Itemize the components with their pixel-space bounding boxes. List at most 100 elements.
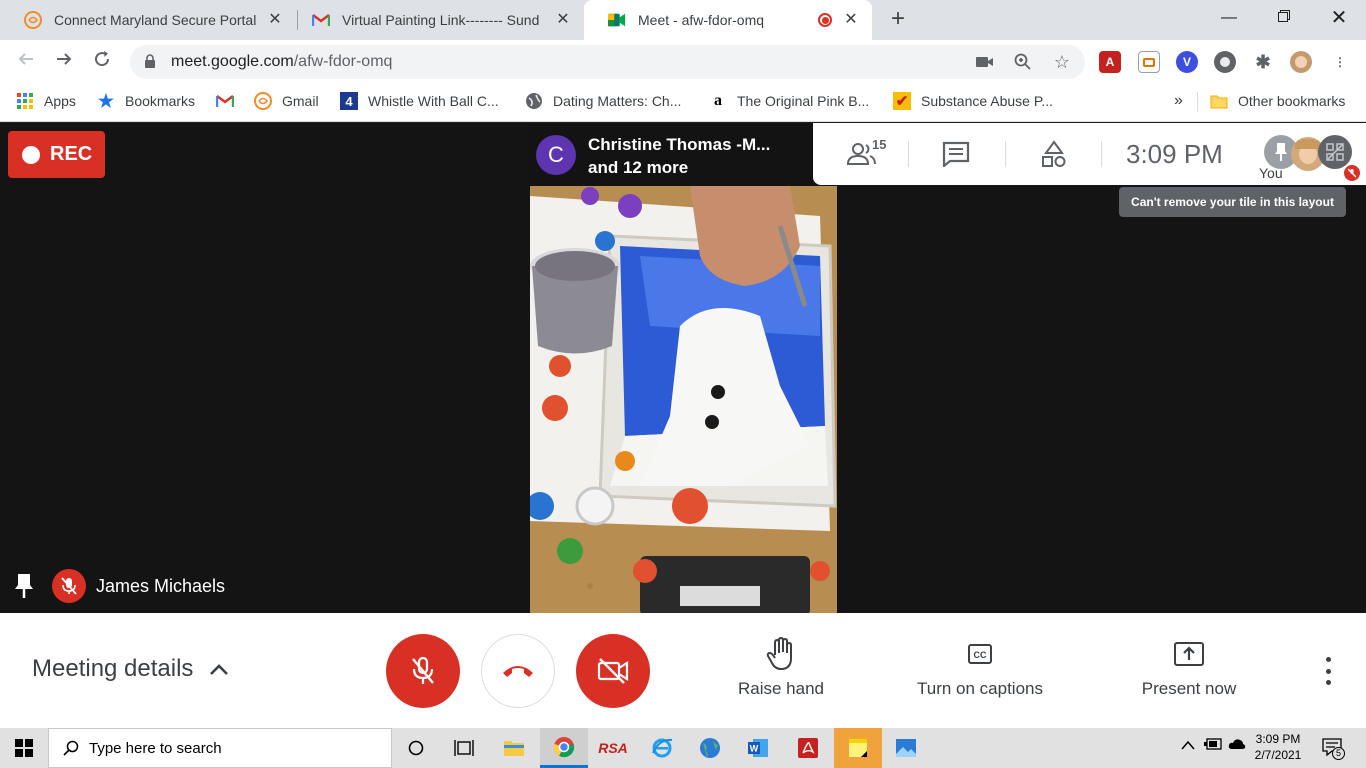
bookmark-bookmarks[interactable]: ★ Bookmarks	[97, 84, 195, 118]
captions-button[interactable]: CC Turn on captions	[911, 637, 1049, 707]
apps-grid-icon	[16, 92, 34, 110]
new-tab-button[interactable]: +	[886, 7, 910, 32]
tab-connect-maryland[interactable]: Connect Maryland Secure Portal ✕	[0, 0, 296, 40]
painting-video-frame	[530, 186, 837, 613]
url-text: meet.google.com/afw-fdor-omq	[171, 53, 392, 71]
activities-button[interactable]	[1037, 137, 1071, 171]
bookmark-label: The Original Pink B...	[737, 93, 870, 109]
bookmark-label: Other bookmarks	[1238, 93, 1346, 109]
bookmark-other[interactable]: Other bookmarks	[1210, 84, 1345, 118]
meeting-details-button[interactable]: Meeting details	[32, 655, 229, 683]
adobe-acrobat-extension-icon[interactable]: A	[1099, 51, 1121, 73]
word-icon[interactable]: W	[734, 728, 782, 768]
tab-close-icon[interactable]: ✕	[266, 11, 284, 29]
bookmarks-overflow-button[interactable]: »	[1174, 84, 1183, 118]
infobar-divider	[1101, 141, 1102, 167]
self-tile[interactable]: You	[1258, 131, 1366, 185]
bookmarks-bar: Apps ★ Bookmarks Gmail 4 Whistle With Ba…	[0, 84, 1366, 122]
presenter-avatar: C	[536, 135, 576, 175]
close-window-button[interactable]: ✕	[1316, 4, 1362, 32]
address-bar[interactable]: meet.google.com/afw-fdor-omq ☆	[130, 45, 1085, 79]
tooltip: Can't remove your tile in this layout	[1119, 187, 1346, 217]
system-date: 2/7/2021	[1254, 748, 1302, 762]
bookmark-star-icon[interactable]: ☆	[1052, 52, 1072, 72]
amazon-icon: a	[714, 92, 722, 109]
bookmark-dating-matters[interactable]: Dating Matters: Ch...	[525, 84, 681, 118]
battery-icon[interactable]	[1204, 738, 1222, 753]
meet-stage: REC C Christine Thomas -M... and 12 more…	[0, 123, 1366, 613]
bookmark-label: Gmail	[282, 93, 319, 109]
photos-icon[interactable]	[882, 728, 930, 768]
reload-button[interactable]	[90, 50, 114, 74]
bookmark-apps[interactable]: Apps	[16, 84, 76, 118]
globe-icon	[525, 92, 543, 110]
acrobat-taskbar-icon[interactable]	[784, 728, 832, 768]
zoom-icon[interactable]	[1013, 52, 1033, 72]
forward-button[interactable]	[52, 50, 76, 74]
bookmark-pink-b[interactable]: a The Original Pink B...	[709, 84, 869, 118]
circle-extension-icon[interactable]	[1214, 51, 1236, 73]
tab-close-icon[interactable]: ✕	[842, 11, 860, 29]
minimize-button[interactable]: —	[1206, 4, 1252, 32]
microphone-toggle-button[interactable]	[386, 634, 460, 708]
bookmark-gmail[interactable]: Gmail	[254, 84, 319, 118]
lock-icon[interactable]	[144, 54, 156, 74]
leave-call-button[interactable]	[481, 634, 555, 708]
chrome-menu-icon[interactable]: ⋮	[1329, 51, 1351, 73]
raise-hand-button[interactable]: Raise hand	[736, 637, 826, 707]
chat-icon	[942, 141, 970, 167]
bookmark-whistle[interactable]: 4 Whistle With Ball C...	[340, 84, 499, 118]
pinned-participant-label: James Michaels	[14, 569, 225, 603]
presenter-video[interactable]	[530, 186, 837, 613]
chat-button[interactable]	[939, 137, 973, 171]
search-icon	[63, 740, 79, 756]
presenter-more: and 12 more	[588, 158, 689, 177]
restore-button[interactable]	[1261, 4, 1307, 32]
globe-app-icon[interactable]	[686, 728, 734, 768]
bookmark-gmail-icon-only[interactable]	[216, 84, 244, 118]
svg-text:CC: CC	[974, 650, 987, 660]
more-options-icon[interactable]	[1318, 657, 1338, 685]
shapes-icon	[1042, 140, 1066, 167]
profile-avatar[interactable]	[1290, 51, 1312, 73]
camera-off-icon	[597, 658, 629, 684]
tab-close-icon[interactable]: ✕	[554, 11, 572, 29]
camera-toggle-button[interactable]	[576, 634, 650, 708]
present-now-button[interactable]: Present now	[1139, 637, 1239, 707]
rsa-taskbar-icon[interactable]: RSA	[589, 728, 637, 768]
windows-start-button[interactable]	[0, 728, 48, 768]
system-clock[interactable]: 3:09 PM 2/7/2021	[1246, 731, 1310, 763]
presenter-name: Christine Thomas -M...	[588, 135, 771, 154]
tab-meet[interactable]: Meet - afw-fdor-omq ✕	[584, 0, 872, 40]
tray-chevron-icon[interactable]	[1181, 738, 1195, 753]
whistle-icon: 4	[340, 92, 358, 110]
taskbar-search[interactable]: Type here to search	[48, 728, 392, 768]
chrome-taskbar-icon[interactable]	[540, 728, 588, 768]
bookmark-substance-abuse[interactable]: ✔ Substance Abuse P...	[893, 84, 1053, 118]
portal-icon	[254, 92, 272, 110]
meet-controls-bar: Meeting details Raise hand CC Turn on ca…	[0, 613, 1366, 728]
tab-virtual-painting[interactable]: Virtual Painting Link-------- Sund ✕	[288, 0, 584, 40]
file-explorer-icon[interactable]	[490, 728, 538, 768]
presenter-label: C Christine Thomas -M... and 12 more	[526, 123, 815, 185]
sticky-notes-icon[interactable]	[834, 728, 882, 768]
onedrive-cloud-icon[interactable]	[1228, 738, 1246, 753]
captions-icon: CC	[968, 637, 992, 671]
bookmark-label: Bookmarks	[125, 93, 196, 109]
cortana-icon[interactable]	[392, 728, 440, 768]
extensions-puzzle-icon[interactable]: ✱	[1252, 51, 1274, 73]
internet-explorer-icon[interactable]	[638, 728, 686, 768]
v-extension-icon[interactable]: V	[1176, 51, 1198, 73]
camera-icon[interactable]	[975, 52, 995, 72]
infobar-divider	[1005, 141, 1006, 167]
cast-extension-icon[interactable]	[1138, 51, 1160, 73]
windows-logo-icon	[15, 739, 33, 757]
remove-tile-icon[interactable]	[1318, 135, 1352, 169]
task-view-icon[interactable]	[440, 728, 488, 768]
svg-text:W: W	[750, 744, 759, 754]
browser-tab-strip: Connect Maryland Secure Portal ✕ Virtual…	[0, 0, 1366, 40]
action-center-icon[interactable]: 5	[1322, 738, 1345, 763]
back-button[interactable]	[14, 50, 38, 74]
mic-off-icon	[412, 656, 434, 684]
tab-title: Meet - afw-fdor-omq	[638, 12, 765, 28]
